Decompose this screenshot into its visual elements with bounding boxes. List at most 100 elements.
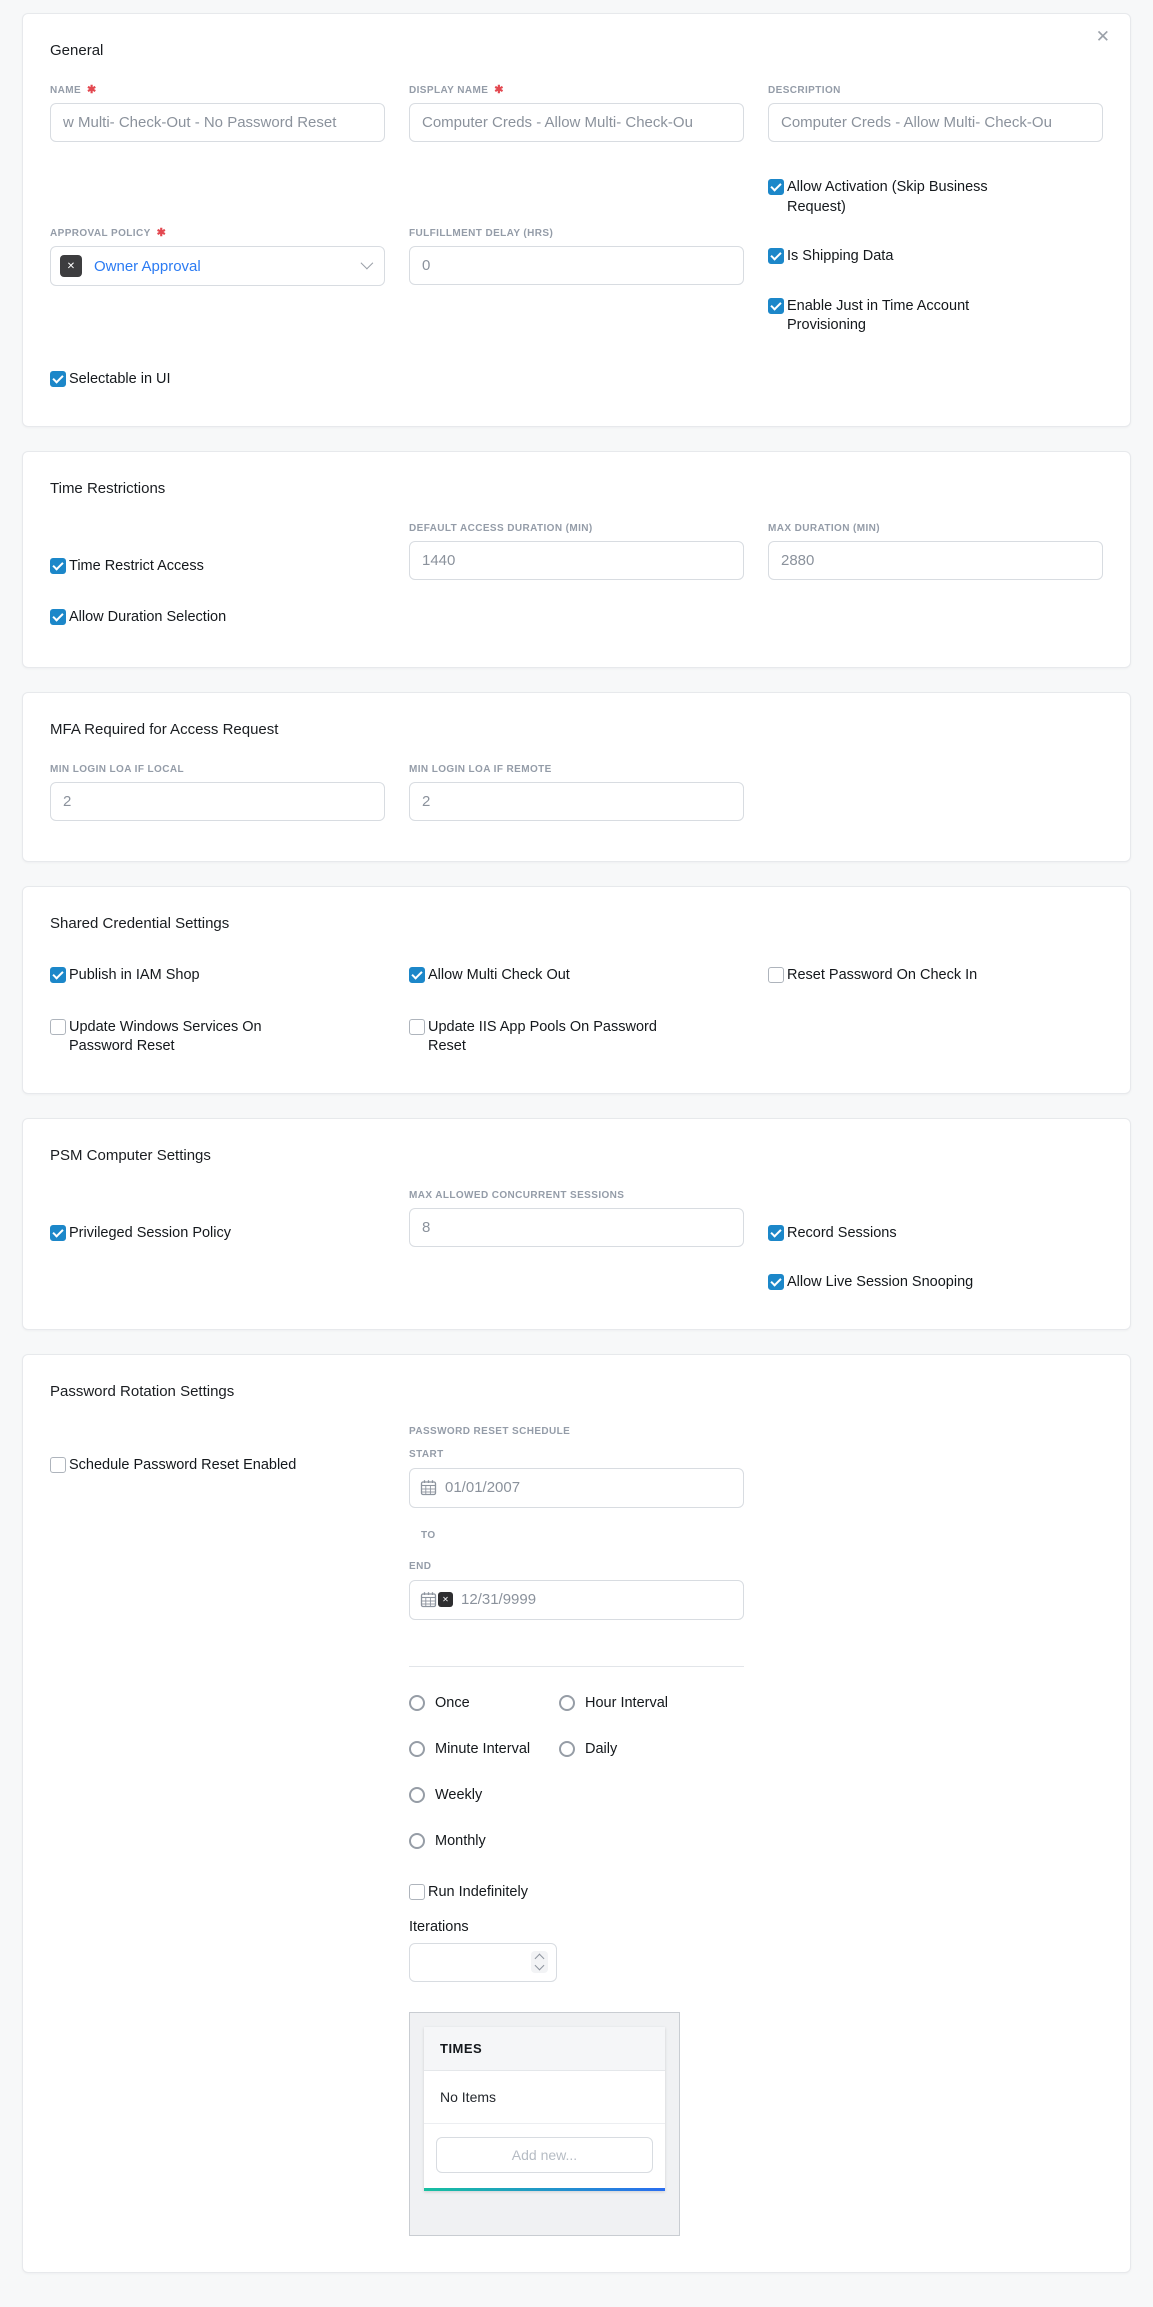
min-login-loa-remote-input[interactable] [409,782,744,821]
remove-tag-icon[interactable]: ✕ [67,261,75,272]
clear-date-icon[interactable]: ✕ [438,1592,453,1607]
checkbox-update-iis-app-pools[interactable]: Update IIS App Pools On Password Reset [409,1018,744,1057]
approval-policy-value: Owner Approval [94,258,361,275]
end-date-value: 12/31/9999 [461,1591,536,1608]
max-concurrent-sessions-input[interactable] [409,1208,744,1247]
checkbox-time-restrict-access[interactable]: Time Restrict Access [50,557,385,577]
stepper-down-icon[interactable] [535,1961,545,1971]
checkbox-record-sessions[interactable]: Record Sessions [768,1224,1103,1244]
checkbox-allow-multi-check-out[interactable]: Allow Multi Check Out [409,966,744,986]
max-duration-input[interactable] [768,541,1103,580]
general-col-1: NAME ✱ APPROVAL POLICY ✱ ✕ Owner Approva… [50,85,385,390]
psm-card: PSM Computer Settings Privileged Session… [22,1118,1131,1330]
times-empty-row: No Items [424,2071,665,2124]
approval-policy-label: APPROVAL POLICY [50,228,151,239]
display-name-input[interactable] [409,103,744,142]
radio-hour-interval[interactable]: Hour Interval [559,1695,744,1711]
name-input[interactable] [50,103,385,142]
checkbox-label: Allow Activation (Skip Business Request) [787,178,1022,217]
iterations-input[interactable] [410,1944,510,1981]
checkbox-icon [768,1274,784,1290]
psm-col-2: MAX ALLOWED CONCURRENT SESSIONS [409,1190,744,1247]
description-field-group: DESCRIPTION [768,85,1103,142]
fulfillment-delay-input[interactable] [409,246,744,285]
description-label: DESCRIPTION [768,85,841,96]
default-access-duration-label: DEFAULT ACCESS DURATION (MIN) [409,523,593,534]
psm-col-3: Record Sessions Allow Live Session Snoop… [768,1190,1103,1293]
name-field-group: NAME ✱ [50,85,385,142]
time-restrictions-col-3: MAX DURATION (MIN) [768,523,1103,580]
checkbox-publish-iam-shop[interactable]: Publish in IAM Shop [50,966,385,986]
checkbox-icon [768,1225,784,1241]
checkbox-is-shipping-data[interactable]: Is Shipping Data [768,247,1103,267]
section-title-general: General [50,42,1103,59]
radio-icon [409,1833,425,1849]
times-panel: TIMES No Items [409,2012,680,2236]
password-rotation-card: Password Rotation Settings Schedule Pass… [22,1354,1131,2273]
required-asterisk: ✱ [494,85,504,96]
calendar-icon [420,1591,437,1608]
section-title-time-restrictions: Time Restrictions [50,480,1103,497]
psm-col-1: Privileged Session Policy [50,1190,385,1244]
checkbox-icon [50,967,66,983]
checkbox-icon [50,609,66,625]
radio-daily[interactable]: Daily [559,1741,744,1757]
checkbox-label: Allow Live Session Snooping [787,1273,973,1293]
checkbox-allow-duration-selection[interactable]: Allow Duration Selection [50,608,1103,628]
start-label: START [409,1449,744,1460]
end-date-input[interactable]: ✕ 12/31/9999 [409,1580,744,1620]
checkbox-privileged-session-policy[interactable]: Privileged Session Policy [50,1224,385,1244]
checkbox-enable-jit-provisioning[interactable]: Enable Just in Time Account Provisioning [768,297,1103,336]
radio-label: Monthly [435,1833,486,1849]
checkbox-reset-password-on-check-in[interactable]: Reset Password On Check In [768,966,1103,986]
radio-monthly[interactable]: Monthly [409,1833,559,1849]
section-title-password-rotation: Password Rotation Settings [50,1383,1103,1400]
checkbox-update-windows-services[interactable]: Update Windows Services On Password Rese… [50,1018,385,1057]
checkbox-label: Reset Password On Check In [787,966,977,986]
time-restrictions-col-1: Time Restrict Access [50,523,385,577]
checkbox-label: Record Sessions [787,1224,897,1244]
radio-once[interactable]: Once [409,1695,559,1711]
checkbox-run-indefinitely[interactable]: Run Indefinitely [409,1883,744,1903]
checkbox-allow-live-session-snooping[interactable]: Allow Live Session Snooping [768,1273,1103,1293]
times-add-input[interactable] [436,2137,653,2173]
iterations-stepper[interactable] [409,1943,557,1982]
schedule-divider [409,1666,744,1667]
approval-policy-select[interactable]: ✕ Owner Approval [50,246,385,286]
checkbox-label: Update Windows Services On Password Rese… [69,1018,274,1057]
times-table: TIMES No Items [424,2027,665,2191]
radio-minute-interval[interactable]: Minute Interval [409,1741,559,1757]
max-duration-label: MAX DURATION (MIN) [768,523,880,534]
checkbox-icon [50,1457,66,1473]
stepper-arrows-icon[interactable] [531,1951,548,1973]
checkbox-selectable-in-ui[interactable]: Selectable in UI [50,370,385,390]
min-login-loa-local-label: MIN LOGIN LOA IF LOCAL [50,764,184,775]
max-concurrent-sessions-label: MAX ALLOWED CONCURRENT SESSIONS [409,1190,624,1201]
min-login-loa-remote-label: MIN LOGIN LOA IF REMOTE [409,764,552,775]
checkbox-allow-activation[interactable]: Allow Activation (Skip Business Request) [768,178,1103,217]
default-access-duration-input[interactable] [409,541,744,580]
general-col-3: DESCRIPTION Allow Activation (Skip Busin… [768,85,1103,336]
start-date-input[interactable]: 01/01/2007 [409,1468,744,1508]
checkbox-label: Selectable in UI [69,370,171,390]
checkbox-label: Allow Duration Selection [69,608,226,628]
checkbox-label: Privileged Session Policy [69,1224,231,1244]
max-duration-field-group: MAX DURATION (MIN) [768,523,1103,580]
frequency-radio-group: Once Hour Interval Minute Interval Daily [409,1695,744,1849]
radio-icon [559,1695,575,1711]
radio-label: Daily [585,1741,617,1757]
checkbox-label: Schedule Password Reset Enabled [69,1456,296,1476]
mfa-card: MFA Required for Access Request MIN LOGI… [22,692,1131,862]
radio-icon [409,1787,425,1803]
checkbox-schedule-password-reset[interactable]: Schedule Password Reset Enabled [50,1456,385,1476]
selected-policy-tag: ✕ [60,255,82,277]
min-login-loa-local-input[interactable] [50,782,385,821]
general-card: ✕ General NAME ✱ APPROVAL POLICY ✱ [22,13,1131,427]
close-icon[interactable]: ✕ [1096,28,1110,45]
checkbox-icon [768,248,784,264]
required-asterisk: ✱ [87,85,97,96]
checkbox-label: Update IIS App Pools On Password Reset [428,1018,663,1057]
start-date-value: 01/01/2007 [445,1479,520,1496]
description-input[interactable] [768,103,1103,142]
radio-weekly[interactable]: Weekly [409,1787,559,1803]
